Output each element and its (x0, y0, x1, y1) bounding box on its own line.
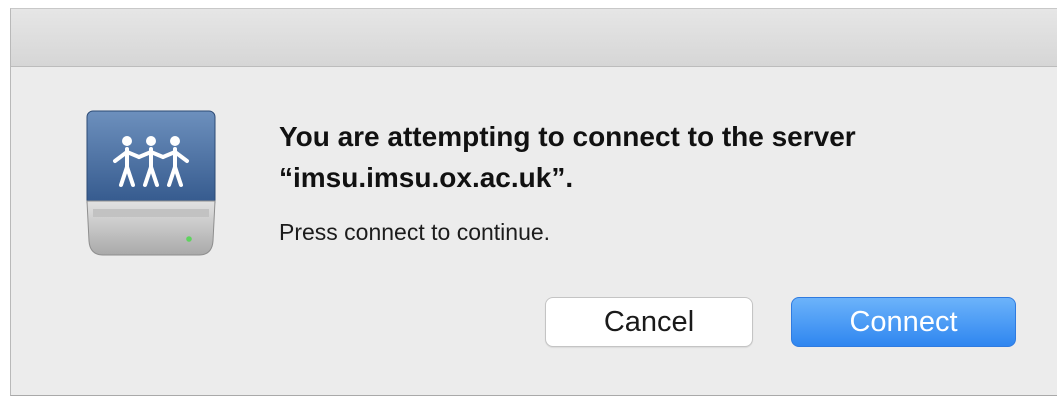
connect-button[interactable]: Connect (791, 297, 1016, 347)
dialog-title-line1: You are attempting to connect to the ser… (279, 121, 856, 152)
cancel-button[interactable]: Cancel (545, 297, 753, 347)
dialog-message-title: You are attempting to connect to the ser… (279, 116, 1039, 198)
connect-server-dialog: You are attempting to connect to the ser… (10, 8, 1057, 396)
dialog-message-detail: Press connect to continue. (279, 219, 551, 245)
server-name: “imsu.imsu.ox.ac.uk”. (279, 162, 574, 193)
shared-network-drive-icon (83, 109, 220, 259)
dialog-titlebar[interactable] (11, 9, 1057, 67)
